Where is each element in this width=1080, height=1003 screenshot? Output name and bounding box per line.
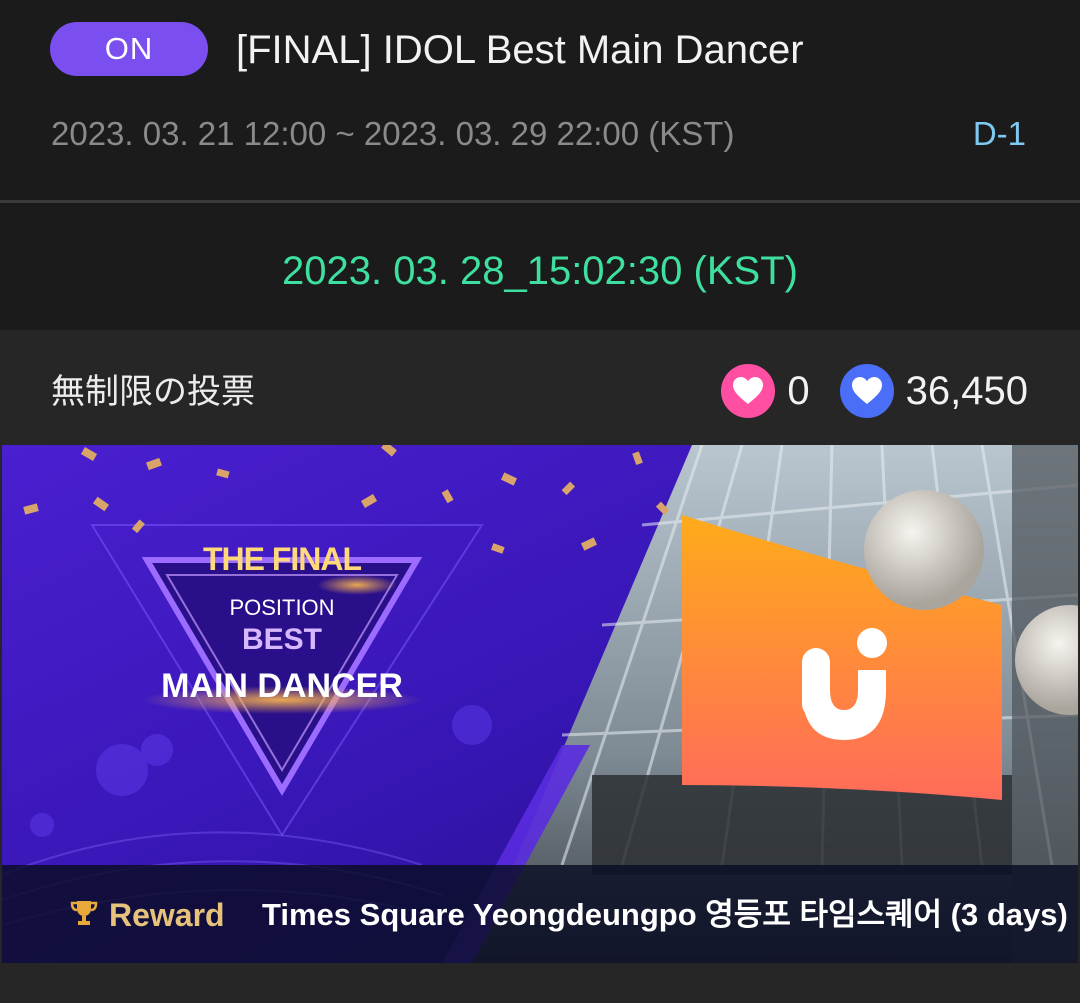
current-time: 2023. 03. 28_15:02:30 (KST) — [282, 249, 798, 293]
dday-counter: D-1 — [972, 115, 1026, 152]
banner-headline-top: THE FINAL — [202, 541, 362, 577]
banner-headline-bottom: MAIN DANCER — [161, 667, 403, 705]
banner-headline-mid: POSITION — [229, 595, 335, 620]
reward-label: Reward — [109, 897, 225, 933]
pink-heart-icon — [721, 364, 776, 418]
event-period: 2023. 03. 21 12:00 ~ 2023. 03. 29 22:00 … — [51, 115, 735, 152]
reward-bar: Reward Times Square Yeongdeungpo 영등포 타임스… — [2, 865, 1078, 963]
timer-section: 2023. 03. 28_15:02:30 (KST) — [0, 203, 1080, 330]
blue-vote-count: 36,450 — [905, 369, 1028, 413]
vote-stats: 0 36,450 — [721, 364, 1028, 418]
status-badge: ON — [50, 22, 208, 76]
banner-headline-best: BEST — [241, 623, 322, 656]
event-banner[interactable]: THE FINAL POSITION BEST MAIN DANCER Rewa… — [2, 445, 1078, 963]
reward-text: Times Square Yeongdeungpo 영등포 타임스퀘어 (3 d… — [262, 897, 1068, 932]
vote-card[interactable]: 無制限の投票 0 36,450 THE FINAL POSITION BEST … — [0, 330, 1080, 1003]
event-header: ON [FINAL] IDOL Best Main Dancer 2023. 0… — [0, 0, 1080, 200]
unlimited-vote-label: 無制限の投票 — [51, 373, 255, 411]
blue-heart-icon — [839, 364, 894, 418]
event-title: [FINAL] IDOL Best Main Dancer — [236, 28, 804, 72]
pink-vote-count: 0 — [787, 369, 810, 413]
